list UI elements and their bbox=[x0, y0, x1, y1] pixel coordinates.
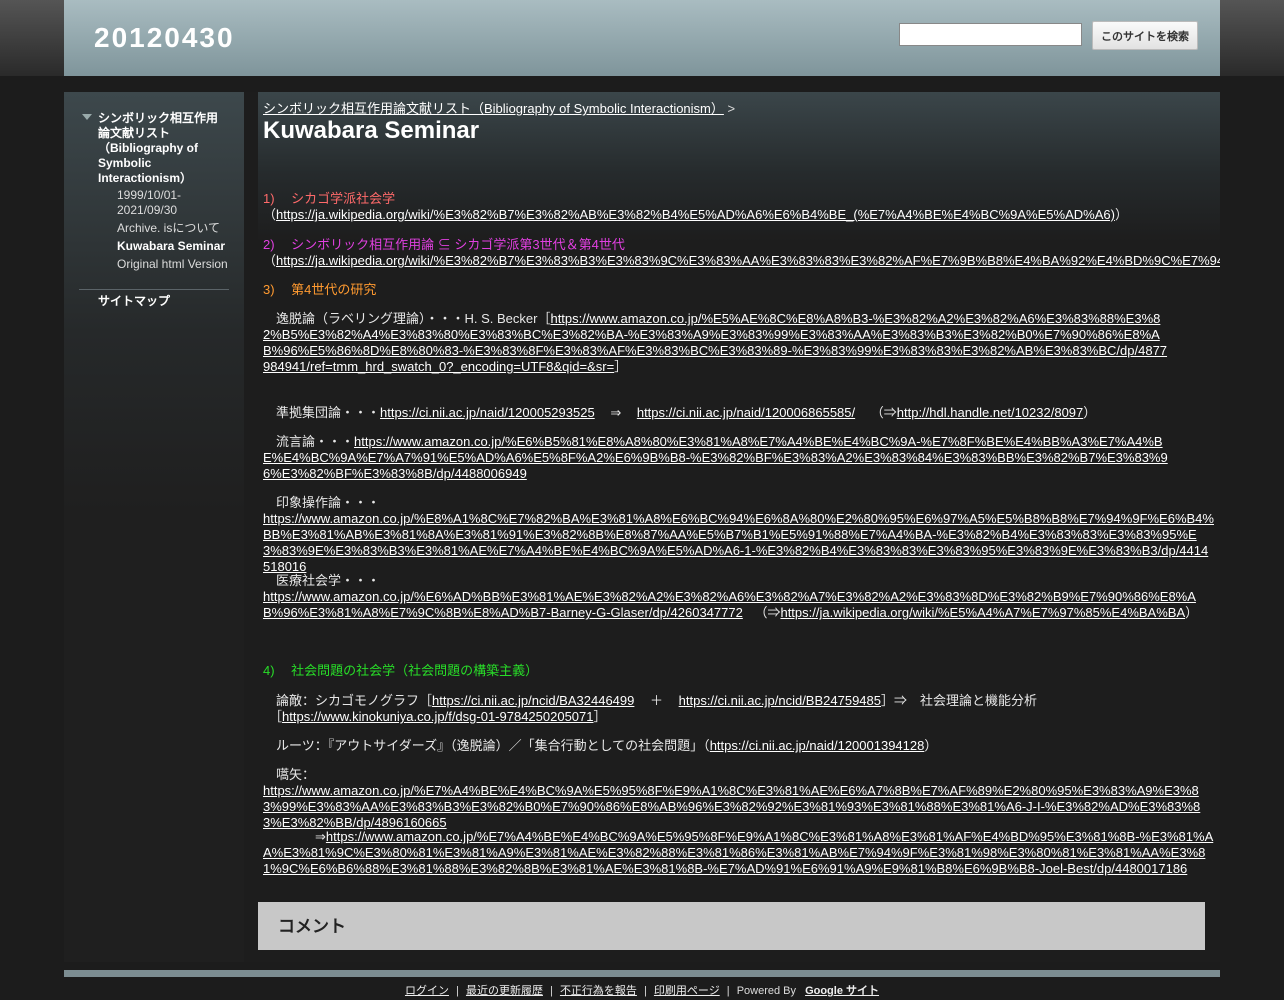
opponent-link-3[interactable]: https://www.kinokuniya.co.jp/f/dsg-01-97… bbox=[282, 709, 593, 724]
reference-group-paren-open: （⇒ bbox=[870, 405, 897, 420]
origin-item: https://www.amazon.co.jp/%E7%A4%BE%E4%BC… bbox=[263, 783, 1215, 831]
origin-link[interactable]: https://www.amazon.co.jp/%E7%A4%BE%E4%BC… bbox=[263, 783, 1200, 830]
footer-google-sites-link[interactable]: Google サイト bbox=[805, 985, 879, 997]
roots-close: ） bbox=[924, 738, 938, 753]
impression-item: https://www.amazon.co.jp/%E8%A1%8C%E7%82… bbox=[263, 511, 1215, 575]
expand-triangle-icon[interactable] bbox=[82, 114, 92, 120]
footer-sep-2: | bbox=[550, 985, 553, 997]
sidebar-item-kuwabara-seminar[interactable]: Kuwabara Seminar bbox=[117, 239, 232, 254]
reference-group-link-3[interactable]: http://hdl.handle.net/10232/8097 bbox=[897, 405, 1084, 420]
roots-link[interactable]: https://ci.nii.ac.jp/naid/120001394128 bbox=[710, 738, 925, 753]
sidebar: シンボリック相互作用論文献リスト（Bibliography of Symboli… bbox=[64, 92, 244, 962]
comment-heading: コメント bbox=[278, 917, 346, 936]
footer-sep-4: | bbox=[726, 985, 730, 997]
section-1-link-line: （https://ja.wikipedia.org/wiki/%E3%82%B7… bbox=[263, 207, 1128, 222]
medical-label-line: 医療社会学・・・ bbox=[263, 573, 1220, 589]
breadcrumb-link[interactable]: シンボリック相互作用論文献リスト（Bibliography of Symboli… bbox=[263, 101, 724, 116]
search-button[interactable]: このサイトを検索 bbox=[1092, 21, 1198, 50]
page-title: Kuwabara Seminar bbox=[263, 117, 480, 144]
best-book-item: ⇒https://www.amazon.co.jp/%E7%A4%BE%E4%B… bbox=[263, 829, 1215, 877]
section-2-link[interactable]: https://ja.wikipedia.org/wiki/%E3%82%B7%… bbox=[276, 253, 1220, 268]
site-header: 20120430 このサイトを検索 bbox=[64, 0, 1220, 76]
section-3-heading: 3) 第4世代の研究 bbox=[263, 282, 377, 297]
reference-group-label: 準拠集団論・・・ bbox=[276, 405, 381, 420]
section-1-heading: 1) シカゴ学派社会学 bbox=[263, 191, 396, 206]
breadcrumb-separator: > bbox=[727, 101, 736, 116]
opponent-bracket-close: ］ bbox=[593, 709, 607, 724]
section-2-heading: 2) シンボリック相互作用論 ⊆ シカゴ学派第3世代＆第4世代 bbox=[263, 237, 625, 252]
reference-group-link-2[interactable]: https://ci.nii.ac.jp/naid/120006865585/ bbox=[637, 405, 855, 420]
footer-report-link[interactable]: 不正行為を報告 bbox=[560, 985, 637, 997]
opponent-bracket-open: ［ bbox=[269, 709, 283, 724]
rumor-link[interactable]: https://www.amazon.co.jp/%E6%B5%81%E8%A8… bbox=[263, 434, 1168, 481]
labeling-theory-item: 逸脱論（ラベリング理論）・・・H. S. Becker［https://www.… bbox=[263, 311, 1168, 374]
sidebar-item-bibliography[interactable]: シンボリック相互作用論文献リスト（Bibliography of Symboli… bbox=[98, 111, 223, 186]
opponent-mid: ］⇒ 社会理論と機能分析 bbox=[881, 693, 1038, 708]
footer-powered-by: Powered By bbox=[736, 985, 796, 997]
reference-group-link-1[interactable]: https://ci.nii.ac.jp/naid/120005293525 bbox=[380, 405, 595, 420]
origin-label: 嚆矢： bbox=[276, 767, 316, 782]
labeling-theory-label: 逸脱論（ラベリング理論）・・・H. S. Becker［ bbox=[276, 311, 551, 326]
reference-group-arrow: ⇒ bbox=[610, 405, 622, 420]
breadcrumb: シンボリック相互作用論文献リスト（Bibliography of Symboli… bbox=[263, 98, 735, 117]
sidebar-item-archive[interactable]: Archive. isについて bbox=[117, 221, 232, 236]
footer-recent-link[interactable]: 最近の更新履歴 bbox=[466, 985, 543, 997]
roots-item: ルーツ：『アウトサイダーズ』（逸脱論）／「集合行動としての社会問題」（https… bbox=[263, 738, 1220, 754]
section-4-heading: 4) 社会問題の社会学（社会問題の構築主義） bbox=[263, 663, 539, 678]
sidebar-item-1999-2021[interactable]: 1999/10/01-2021/09/30 bbox=[117, 188, 232, 218]
reference-group-item: 準拠集団論・・・https://ci.nii.ac.jp/naid/120005… bbox=[263, 405, 1220, 421]
search-input[interactable] bbox=[899, 23, 1082, 46]
opponent-link-1[interactable]: https://ci.nii.ac.jp/ncid/BA32446499 bbox=[432, 693, 634, 708]
footer-sep-1: | bbox=[456, 985, 459, 997]
opponent-item: 論敵：シカゴモノグラフ［https://ci.nii.ac.jp/ncid/BA… bbox=[263, 693, 1220, 709]
origin-label-line: 嚆矢： bbox=[263, 767, 1220, 783]
roots-label: ルーツ：『アウトサイダーズ』（逸脱論）／「集合行動としての社会問題」（ bbox=[276, 738, 710, 753]
site-title[interactable]: 20120430 bbox=[94, 22, 235, 54]
rumor-label: 流言論・・・ bbox=[276, 434, 355, 449]
rumor-item: 流言論・・・https://www.amazon.co.jp/%E6%B5%81… bbox=[263, 434, 1168, 482]
best-book-arrow: ⇒ bbox=[315, 829, 326, 844]
opponent-link-2[interactable]: https://ci.nii.ac.jp/ncid/BB24759485 bbox=[679, 693, 881, 708]
sidebar-item-sitemap[interactable]: サイトマップ bbox=[98, 292, 170, 309]
section-2-link-line: （https://ja.wikipedia.org/wiki/%E3%82%B7… bbox=[263, 253, 1220, 269]
medical-item: https://www.amazon.co.jp/%E6%AD%BB%E3%81… bbox=[263, 589, 1215, 621]
medical-label: 医療社会学・・・ bbox=[276, 573, 381, 588]
footer-band bbox=[64, 970, 1220, 977]
medical-paren-close: ） bbox=[1185, 605, 1199, 620]
medical-paren-open: （⇒ bbox=[754, 605, 781, 620]
reference-group-paren-close: ） bbox=[1083, 405, 1097, 420]
page-wrapper: シンボリック相互作用論文献リスト（Bibliography of Symboli… bbox=[64, 92, 1220, 962]
medical-link-2[interactable]: https://ja.wikipedia.org/wiki/%E5%A4%A7%… bbox=[780, 605, 1185, 620]
sidebar-item-original-html[interactable]: Original html Version bbox=[117, 257, 232, 272]
opponent-label: 論敵：シカゴモノグラフ［ bbox=[276, 693, 433, 708]
opponent-item-2: ［https://www.kinokuniya.co.jp/f/dsg-01-9… bbox=[263, 709, 1220, 725]
comment-section: コメント bbox=[258, 902, 1205, 950]
sidebar-divider bbox=[79, 289, 229, 290]
footer: ログイン | 最近の更新履歴 | 不正行為を報告 | 印刷用ページ | Powe… bbox=[0, 982, 1284, 998]
impression-label-line: 印象操作論・・・ bbox=[263, 495, 1220, 511]
main-content: シンボリック相互作用論文献リスト（Bibliography of Symboli… bbox=[258, 92, 1220, 962]
impression-link[interactable]: https://www.amazon.co.jp/%E8%A1%8C%E7%82… bbox=[263, 511, 1214, 574]
opponent-plus: ＋ bbox=[650, 693, 664, 708]
footer-login-link[interactable]: ログイン bbox=[405, 985, 449, 997]
footer-sep-3: | bbox=[644, 985, 647, 997]
footer-print-link[interactable]: 印刷用ページ bbox=[654, 985, 720, 997]
best-book-link[interactable]: https://www.amazon.co.jp/%E7%A4%BE%E4%BC… bbox=[263, 829, 1213, 876]
section-1-link[interactable]: https://ja.wikipedia.org/wiki/%E3%82%B7%… bbox=[276, 207, 1115, 222]
impression-label: 印象操作論・・・ bbox=[276, 495, 381, 510]
